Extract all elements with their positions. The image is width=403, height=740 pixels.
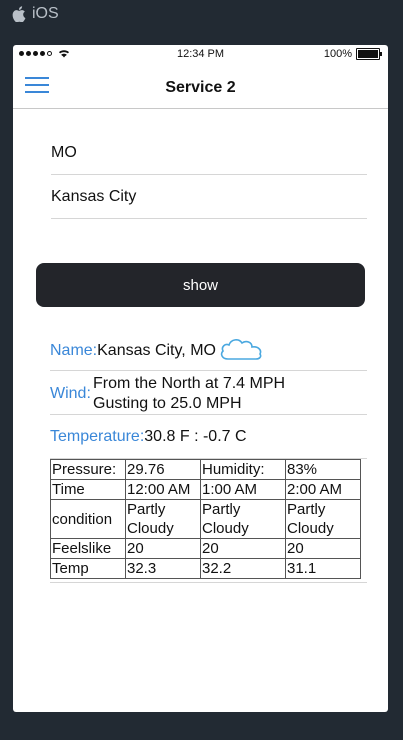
wind-value: From the North at 7.4 MPH Gusting to 25.… bbox=[93, 374, 285, 414]
state-input[interactable] bbox=[51, 131, 367, 174]
cloud-icon bbox=[220, 339, 262, 360]
pressure-label: Pressure: bbox=[50, 459, 126, 480]
wind-line-1: From the North at 7.4 MPH bbox=[93, 375, 286, 392]
row-label: condition bbox=[50, 499, 126, 539]
name-label: Name: bbox=[50, 342, 98, 359]
battery-percent: 100% bbox=[323, 48, 352, 60]
state-field bbox=[51, 131, 367, 175]
row-label: Temp bbox=[50, 558, 126, 579]
city-field bbox=[51, 175, 367, 219]
table-cell: 20 bbox=[285, 538, 361, 559]
table-cell: 2:00 AM bbox=[285, 479, 361, 500]
table-cell: 31.1 bbox=[285, 558, 361, 579]
table-cell: 12:00 AM bbox=[125, 479, 201, 500]
wind-row: Wind: From the North at 7.4 MPH Gusting … bbox=[50, 371, 367, 415]
table-row: Feelslike 20 20 20 bbox=[50, 538, 361, 559]
row-label: Time bbox=[50, 479, 126, 500]
table-cell: Partly Cloudy bbox=[285, 499, 361, 539]
os-label-text: iOS bbox=[32, 5, 59, 22]
table-cell: 20 bbox=[200, 538, 286, 559]
name-row: Name: Kansas City, MO bbox=[50, 329, 367, 371]
table-cell: 32.3 bbox=[125, 558, 201, 579]
temperature-row: Temperature:30.8 F : -0.7 C bbox=[50, 415, 367, 459]
phone-screen: 12:34 PM 100% Service 2 show Name: Kansa… bbox=[13, 45, 388, 712]
table-row: Pressure: 29.76 Humidity: 83% bbox=[50, 459, 361, 480]
forecast-table: Pressure: 29.76 Humidity: 83% Time 12:00… bbox=[50, 459, 361, 579]
city-input[interactable] bbox=[51, 175, 367, 218]
name-value: Kansas City, MO bbox=[97, 342, 216, 359]
battery-icon bbox=[356, 48, 382, 60]
pressure-value: 29.76 bbox=[125, 459, 201, 480]
hamburger-menu-icon[interactable] bbox=[25, 77, 49, 93]
table-row: Time 12:00 AM 1:00 AM 2:00 AM bbox=[50, 479, 361, 500]
apple-icon bbox=[12, 6, 26, 22]
table-cell: 20 bbox=[125, 538, 201, 559]
table-cell: 1:00 AM bbox=[200, 479, 286, 500]
battery-fill bbox=[358, 50, 378, 58]
status-bar: 12:34 PM 100% bbox=[13, 45, 388, 65]
humidity-value: 83% bbox=[285, 459, 361, 480]
status-right: 100% bbox=[323, 48, 382, 60]
table-cell: Partly Cloudy bbox=[125, 499, 201, 539]
forecast-section: Pressure: 29.76 Humidity: 83% Time 12:00… bbox=[50, 458, 367, 583]
table-cell: Partly Cloudy bbox=[200, 499, 286, 539]
show-button[interactable]: show bbox=[36, 263, 365, 307]
temperature-value: 30.8 F : -0.7 C bbox=[144, 428, 247, 445]
row-label: Feelslike bbox=[50, 538, 126, 559]
nav-bar: Service 2 bbox=[13, 65, 388, 109]
page-title: Service 2 bbox=[165, 79, 236, 96]
temperature-label: Temperature: bbox=[50, 428, 145, 445]
wind-label: Wind: bbox=[50, 385, 91, 402]
table-cell: 32.2 bbox=[200, 558, 286, 579]
humidity-label: Humidity: bbox=[200, 459, 286, 480]
table-row: Temp 32.3 32.2 31.1 bbox=[50, 558, 361, 579]
wind-line-2: Gusting to 25.0 MPH bbox=[93, 395, 242, 412]
os-label: iOS bbox=[12, 5, 59, 23]
table-row: condition Partly Cloudy Partly Cloudy Pa… bbox=[50, 499, 361, 539]
